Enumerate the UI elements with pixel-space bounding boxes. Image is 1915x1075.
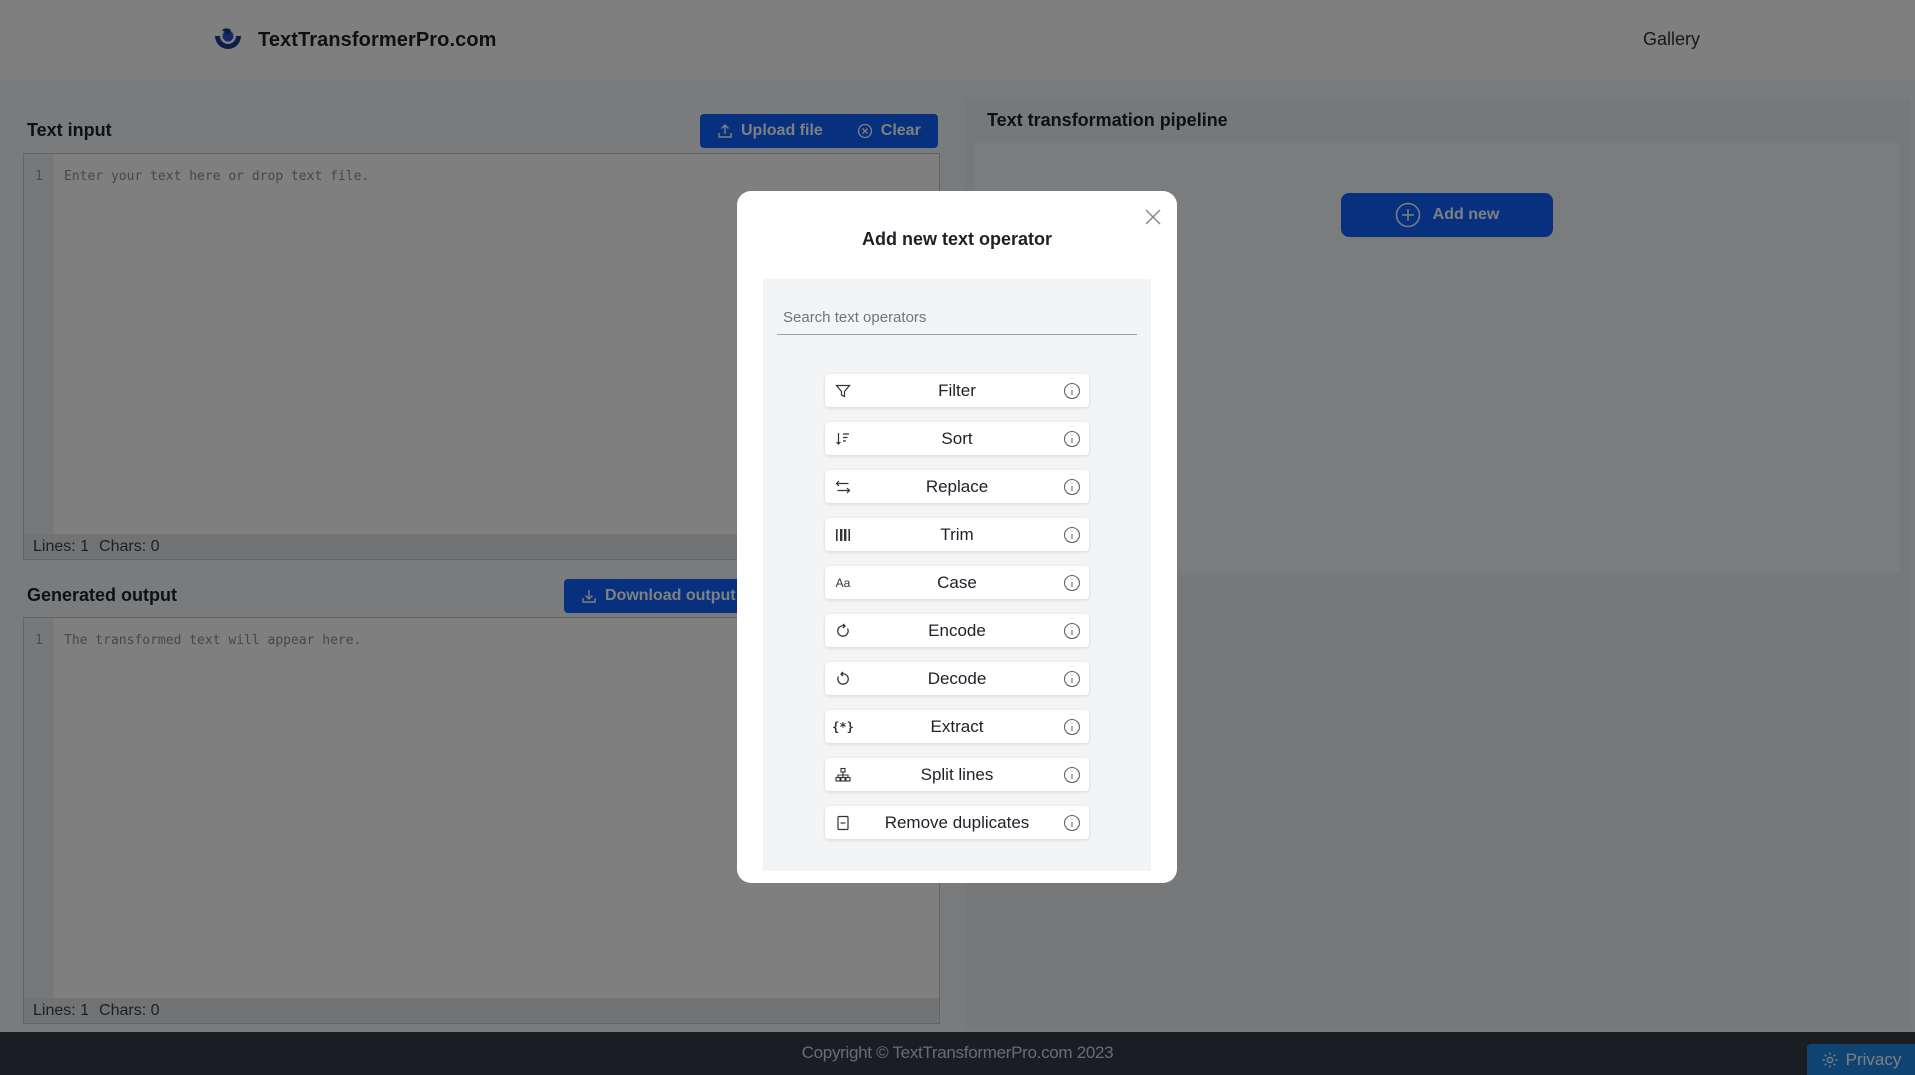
trim-icon xyxy=(834,526,852,544)
operator-decode[interactable]: Decode xyxy=(825,662,1089,695)
modal-body: Filter Sort Replace Trim Aa Case xyxy=(763,279,1151,871)
operator-replace[interactable]: Replace xyxy=(825,470,1089,503)
modal-title: Add new text operator xyxy=(861,229,1053,249)
info-icon[interactable] xyxy=(1063,814,1081,832)
operator-sort[interactable]: Sort xyxy=(825,422,1089,455)
search-operators-input[interactable] xyxy=(777,301,1137,335)
operator-trim[interactable]: Trim xyxy=(825,518,1089,551)
operator-filter[interactable]: Filter xyxy=(825,374,1089,407)
case-icon: Aa xyxy=(835,576,851,590)
operator-case[interactable]: Aa Case xyxy=(825,566,1089,599)
info-icon[interactable] xyxy=(1063,670,1081,688)
operator-label: Sort xyxy=(941,428,973,448)
operator-list: Filter Sort Replace Trim Aa Case Encode … xyxy=(825,374,1089,854)
sort-icon xyxy=(834,430,852,448)
operator-label: Trim xyxy=(940,524,974,544)
info-icon[interactable] xyxy=(1063,382,1081,400)
info-icon[interactable] xyxy=(1063,718,1081,736)
operator-encode[interactable]: Encode xyxy=(825,614,1089,647)
operator-label: Decode xyxy=(927,668,987,688)
operator-label: Filter xyxy=(938,380,976,400)
remove-duplicates-icon xyxy=(834,814,852,832)
extract-icon: {*} xyxy=(832,720,854,734)
operator-label: Encode xyxy=(928,620,986,640)
replace-icon xyxy=(834,478,852,496)
operator-extract[interactable]: {*} Extract xyxy=(825,710,1089,743)
filter-icon xyxy=(834,382,852,400)
info-icon[interactable] xyxy=(1063,526,1081,544)
add-operator-modal: Add new text operator Filter Sort Replac… xyxy=(737,191,1177,883)
encode-icon xyxy=(834,622,852,640)
operator-label: Remove duplicates xyxy=(884,812,1030,832)
operator-split-lines[interactable]: Split lines xyxy=(825,758,1089,791)
close-icon[interactable] xyxy=(1143,207,1163,227)
info-icon[interactable] xyxy=(1063,430,1081,448)
decode-icon xyxy=(834,670,852,688)
info-icon[interactable] xyxy=(1063,766,1081,784)
split-lines-icon xyxy=(834,766,852,784)
operator-remove-duplicates[interactable]: Remove duplicates xyxy=(825,806,1089,839)
info-icon[interactable] xyxy=(1063,478,1081,496)
info-icon[interactable] xyxy=(1063,622,1081,640)
info-icon[interactable] xyxy=(1063,574,1081,592)
operator-label: Case xyxy=(937,572,977,592)
operator-label: Extract xyxy=(930,716,984,736)
operator-label: Replace xyxy=(925,476,989,496)
operator-label: Split lines xyxy=(920,764,994,784)
